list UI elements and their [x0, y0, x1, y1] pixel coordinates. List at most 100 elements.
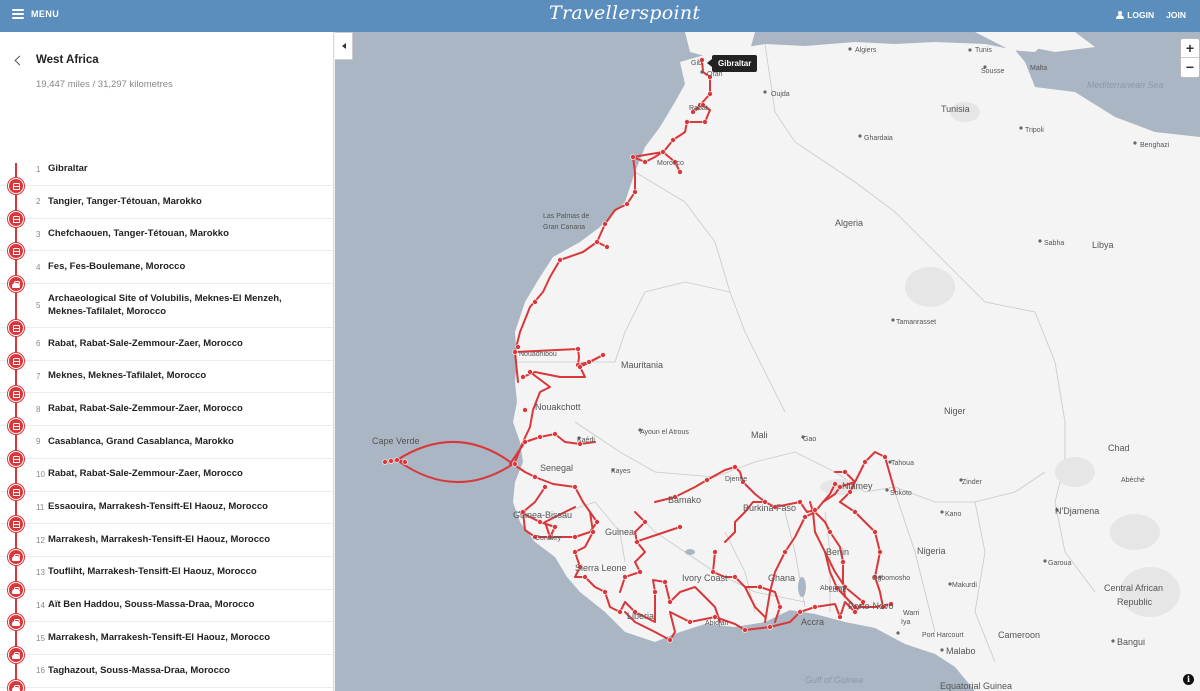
- bus-icon: [8, 516, 24, 532]
- travellerspoint-logo[interactable]: Travellerspoint: [549, 2, 700, 24]
- label-mali: Mali: [751, 430, 768, 440]
- stop-number: 16: [36, 666, 45, 676]
- car-icon: [8, 614, 24, 630]
- stop-item[interactable]: 11 Essaouira, Marrakesh-Tensift-El Haouz…: [0, 492, 333, 525]
- zoom-out-button[interactable]: −: [1181, 58, 1199, 77]
- zoom-in-button[interactable]: +: [1181, 39, 1199, 58]
- car-icon: [8, 680, 24, 691]
- label-kayes: Kayes: [611, 468, 631, 475]
- stop-item[interactable]: 3 Chefchaouen, Tanger-Tétouan, Marokko: [0, 219, 333, 252]
- info-icon[interactable]: i: [1183, 674, 1194, 685]
- stop-name: Tangier, Tanger-Tétouan, Marokko: [48, 195, 202, 207]
- label-algeria: Algeria: [835, 218, 863, 228]
- label-sierra-leone: Sierra Leone: [575, 563, 627, 573]
- label-ivory-coast: Ivory Coast: [682, 573, 728, 583]
- bus-icon: [8, 320, 24, 336]
- label-abeche: Abéché: [1121, 477, 1145, 484]
- stop-number: 3: [36, 230, 41, 240]
- header-account-links: LOGIN JOIN: [1116, 10, 1186, 20]
- stop-item[interactable]: 2 Tangier, Tanger-Tétouan, Marokko: [0, 186, 333, 219]
- stop-number: 12: [36, 535, 45, 545]
- label-tunis: Tunis: [975, 47, 992, 54]
- label-porto-novo: Porto-Novo: [848, 601, 894, 611]
- stop-item[interactable]: 16 Taghazout, Souss-Massa-Draa, Morocco: [0, 655, 333, 688]
- label-burkina-faso: Burkina Faso: [743, 503, 796, 513]
- trip-title: West Africa: [36, 54, 99, 66]
- stop-list: 1 Gibraltar 2 Tangier, Tanger-Tétouan, M…: [0, 154, 333, 688]
- bus-icon: [8, 451, 24, 467]
- lake-volta: [798, 577, 806, 597]
- stop-item[interactable]: 7 Meknes, Meknes-Tafilalet, Morocco: [0, 361, 333, 394]
- lake-kossou: [685, 549, 695, 555]
- stop-number: 7: [36, 372, 41, 382]
- label-tamanrasset: Tamanrasset: [896, 319, 936, 326]
- stop-item[interactable]: 13 Toufliht, Marrakesh-Tensift-El Haouz,…: [0, 557, 333, 590]
- label-conakry: Conakry: [535, 535, 562, 542]
- label-rabat: Rabat: [689, 105, 708, 112]
- stop-item[interactable]: 5 Archaeological Site of Volubilis, Mekn…: [0, 284, 333, 329]
- stop-item[interactable]: 8 Rabat, Rabat-Sale-Zemmour-Zaer, Morocc…: [0, 393, 333, 427]
- label-gibraltar-map: Gib: [691, 60, 702, 67]
- car-icon: [8, 549, 24, 565]
- label-morocco: Morocco: [657, 160, 684, 167]
- label-ghana: Ghana: [768, 573, 795, 583]
- bus-icon: [8, 386, 24, 402]
- trip-distance: 19,447 miles / 31,297 kilometres: [36, 79, 173, 90]
- label-chad: Chad: [1108, 443, 1130, 453]
- label-guinea-bissau: Guinea-Bissau: [513, 510, 572, 520]
- stop-name: Archaeological Site of Volubilis, Meknes…: [48, 293, 282, 317]
- stop-item[interactable]: 4 Fes, Fes-Boulemane, Morocco: [0, 251, 333, 285]
- label-garoua: Garoua: [1048, 560, 1071, 567]
- map-canvas: Algiers Tunis Malta Sousse Mediterranean…: [335, 32, 1200, 691]
- label-nigeria: Nigeria: [917, 546, 946, 556]
- bus-icon: [8, 418, 24, 434]
- back-arrow-icon[interactable]: [12, 54, 26, 68]
- stop-number: 1: [36, 165, 41, 174]
- stop-name: Toufliht, Marrakesh-Tensift-El Haouz, Mo…: [48, 566, 257, 578]
- stop-name: Casablanca, Grand Casablanca, Marokko: [48, 435, 234, 447]
- menu-button[interactable]: MENU: [12, 9, 59, 19]
- label-sabha: Sabha: [1044, 240, 1064, 247]
- route-map[interactable]: Algiers Tunis Malta Sousse Mediterranean…: [335, 32, 1200, 691]
- label-sousse: Sousse: [981, 68, 1004, 75]
- collapse-sidebar-button[interactable]: [335, 32, 353, 60]
- label-tripoli: Tripoli: [1025, 127, 1044, 134]
- label-tahoua: Tahoua: [891, 460, 914, 467]
- stop-item[interactable]: 12 Marrakesh, Marrakesh-Tensift-El Haouz…: [0, 524, 333, 557]
- stop-item[interactable]: 15 Marrakesh, Marrakesh-Tensift-El Haouz…: [0, 622, 333, 655]
- bus-icon: [8, 353, 24, 369]
- stop-name: Rabat, Rabat-Sale-Zemmour-Zaer, Morocco: [48, 337, 243, 349]
- label-oran: Oran: [707, 71, 723, 78]
- stop-name: Fes, Fes-Boulemane, Morocco: [48, 260, 186, 272]
- stop-item[interactable]: 1 Gibraltar: [0, 154, 333, 186]
- stop-name: Marrakesh, Marrakesh-Tensift-El Haouz, M…: [48, 631, 271, 643]
- stop-name: Gibraltar: [48, 163, 88, 175]
- login-button[interactable]: LOGIN: [1116, 10, 1154, 20]
- label-mediterranean-sea: Mediterranean Sea: [1087, 80, 1164, 90]
- car-icon: [8, 276, 24, 292]
- stop-item[interactable]: 6 Rabat, Rabat-Sale-Zemmour-Zaer, Morocc…: [0, 328, 333, 361]
- stop-number: 6: [36, 339, 41, 349]
- stop-number: 2: [36, 197, 41, 207]
- stop-name: Marrakesh, Marrakesh-Tensift-El Haouz, M…: [48, 533, 271, 545]
- car-icon: [8, 582, 24, 598]
- label-bangui: Bangui: [1117, 637, 1145, 647]
- stop-item[interactable]: 9 Casablanca, Grand Casablanca, Marokko: [0, 426, 333, 459]
- label-kaedi: Kaédi: [577, 437, 595, 444]
- label-ndjamena: N'Djamena: [1055, 506, 1099, 516]
- join-button[interactable]: JOIN: [1166, 10, 1186, 20]
- stop-name: Taghazout, Souss-Massa-Draa, Morocco: [48, 664, 230, 676]
- label-lome: Lomé: [829, 587, 847, 594]
- bus-icon: [8, 484, 24, 500]
- label-zinder: Zinder: [962, 479, 983, 486]
- label-tunisia: Tunisia: [941, 104, 970, 114]
- label-las-palmas: Las Palmas de: [543, 213, 589, 220]
- label-benghazi: Benghazi: [1140, 142, 1170, 149]
- stop-item[interactable]: 10 Rabat, Rabat-Sale-Zemmour-Zaer, Moroc…: [0, 459, 333, 492]
- label-sokoto: Sokoto: [890, 490, 912, 497]
- stop-name: Essaouira, Marrakesh-Tensift-El Haouz, M…: [48, 501, 268, 513]
- label-nouadhibou: Nouadhibou: [519, 351, 557, 358]
- label-algiers: Algiers: [855, 47, 877, 54]
- stop-item[interactable]: 14 Aït Ben Haddou, Souss-Massa-Draa, Mor…: [0, 590, 333, 623]
- stop-number: 15: [36, 633, 45, 643]
